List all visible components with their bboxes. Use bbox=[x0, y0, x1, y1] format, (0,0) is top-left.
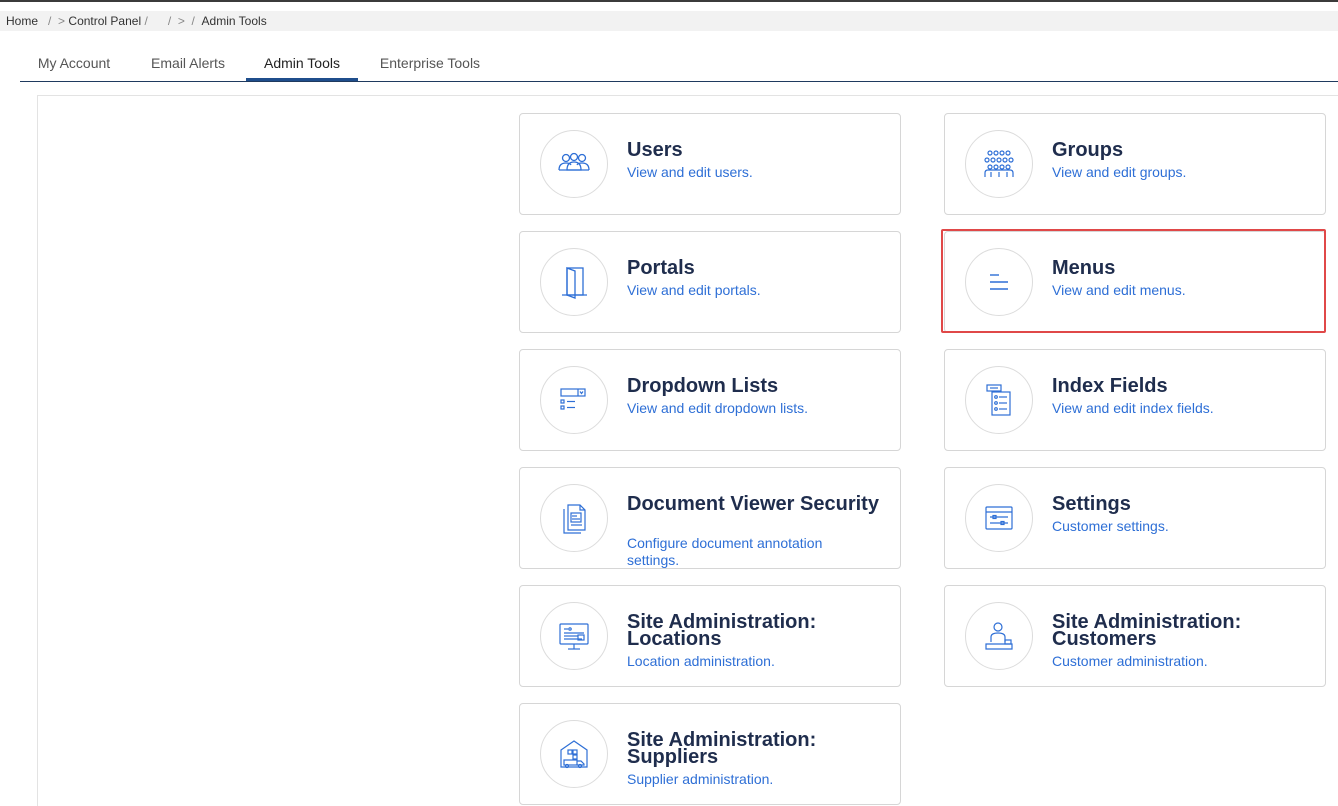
customer-icon bbox=[965, 602, 1033, 670]
breadcrumb-admin-tools[interactable]: Admin Tools bbox=[202, 14, 267, 28]
card-description: Location administration. bbox=[627, 653, 775, 669]
card-title: Settings bbox=[1052, 493, 1131, 515]
users-icon bbox=[540, 130, 608, 198]
card-title: Portals bbox=[627, 257, 695, 279]
card-description: View and edit portals. bbox=[627, 282, 761, 298]
breadcrumb-control-panel[interactable]: Control Panel bbox=[68, 14, 141, 28]
card-description: Configure document annotation settings. bbox=[627, 535, 823, 568]
card-title: Index Fields bbox=[1052, 375, 1168, 397]
card-portals[interactable]: Portals View and edit portals. bbox=[519, 231, 901, 333]
card-title: Site Administration: Customers bbox=[1052, 611, 1242, 650]
dropdown-list-icon bbox=[540, 366, 608, 434]
card-document-viewer-security[interactable]: Document Viewer Security Configure docum… bbox=[519, 467, 901, 569]
card-title: Dropdown Lists bbox=[627, 375, 779, 397]
card-description: View and edit index fields. bbox=[1052, 400, 1214, 416]
card-description: View and edit menus. bbox=[1052, 282, 1186, 298]
card-description: View and edit groups. bbox=[1052, 164, 1187, 180]
card-title: Document Viewer Security bbox=[627, 493, 879, 515]
tab-bar: My Account Email Alerts Admin Tools Ente… bbox=[20, 44, 1338, 82]
card-title: Site Administration: Suppliers bbox=[627, 729, 817, 768]
breadcrumb-arrow: > bbox=[58, 14, 66, 28]
breadcrumb-arrow: > bbox=[177, 14, 185, 28]
groups-icon bbox=[965, 130, 1033, 198]
card-description: View and edit dropdown lists. bbox=[627, 400, 809, 416]
document-icon bbox=[540, 484, 608, 552]
tab-email-alerts[interactable]: Email Alerts bbox=[138, 44, 238, 82]
card-index-fields[interactable]: Index Fields View and edit index fields. bbox=[944, 349, 1326, 451]
card-groups[interactable]: Groups View and edit groups. bbox=[944, 113, 1326, 215]
card-site-admin-suppliers[interactable]: Site Administration: Suppliers Supplier … bbox=[519, 703, 901, 805]
card-title: Menus bbox=[1052, 257, 1116, 279]
menu-lines-icon bbox=[965, 248, 1033, 316]
tab-enterprise-tools[interactable]: Enterprise Tools bbox=[368, 44, 492, 82]
card-site-admin-locations[interactable]: Site Administration: Locations Location … bbox=[519, 585, 901, 687]
card-users[interactable]: Users View and edit users. bbox=[519, 113, 901, 215]
card-description: Customer administration. bbox=[1052, 653, 1208, 669]
card-description: Customer settings. bbox=[1052, 518, 1169, 534]
tab-my-account[interactable]: My Account bbox=[20, 44, 128, 82]
card-description: View and edit users. bbox=[627, 164, 753, 180]
card-settings[interactable]: Settings Customer settings. bbox=[944, 467, 1326, 569]
breadcrumb-home[interactable]: Home bbox=[6, 14, 38, 28]
card-site-admin-customers[interactable]: Site Administration: Customers Customer … bbox=[944, 585, 1326, 687]
card-title: Site Administration: Locations bbox=[627, 611, 817, 650]
card-menus[interactable]: Menus View and edit menus. bbox=[944, 231, 1326, 333]
monitor-icon bbox=[540, 602, 608, 670]
breadcrumb: Home / > Control Panel / / > / Admin Too… bbox=[0, 11, 1338, 31]
card-dropdown-lists[interactable]: Dropdown Lists View and edit dropdown li… bbox=[519, 349, 901, 451]
card-title: Users bbox=[627, 139, 683, 161]
settings-window-icon bbox=[965, 484, 1033, 552]
warehouse-truck-icon bbox=[540, 720, 608, 788]
card-title: Groups bbox=[1052, 139, 1124, 161]
tab-admin-tools[interactable]: Admin Tools bbox=[246, 44, 358, 81]
top-border bbox=[0, 0, 1338, 2]
door-icon bbox=[540, 248, 608, 316]
index-fields-icon bbox=[965, 366, 1033, 434]
card-description: Supplier administration. bbox=[627, 771, 774, 787]
